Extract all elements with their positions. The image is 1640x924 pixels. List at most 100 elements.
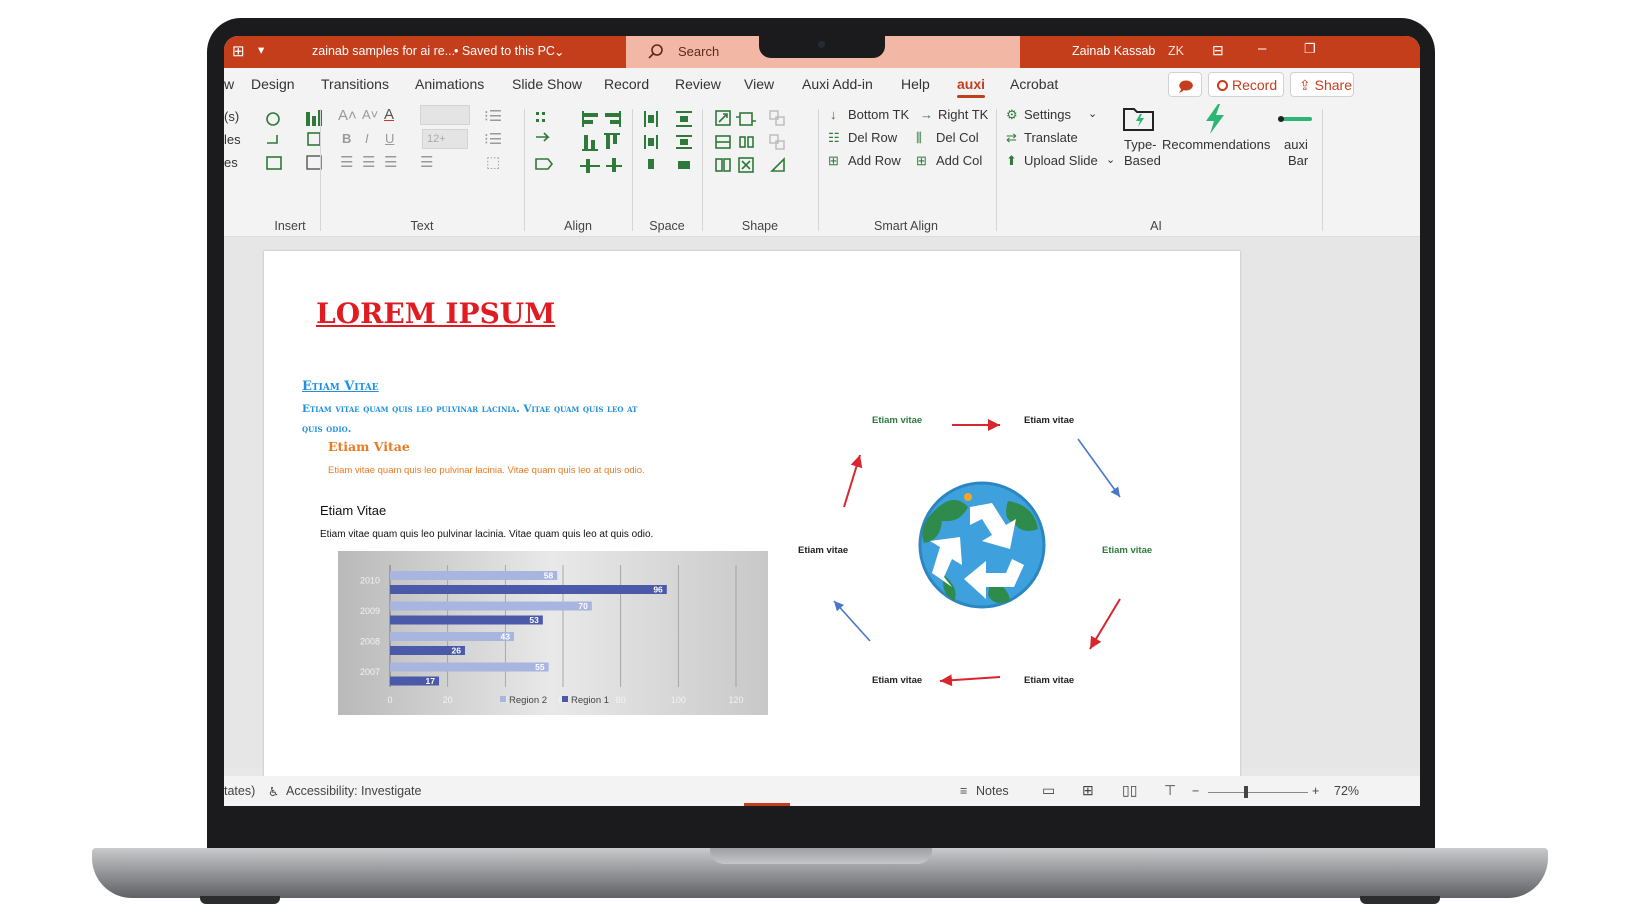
tab-animations[interactable]: Animations [415,76,484,92]
auxi-bar-label-2: Bar [1288,153,1309,168]
tab-review[interactable]: Review [675,76,721,92]
screen: ⊞ ▾ zainab samples for ai re... • Saved … [224,36,1420,806]
powerpoint-app-icon[interactable]: ⊞ [232,42,245,60]
status-clipped[interactable]: tates) [224,784,255,798]
cycle-label-bottom-right[interactable]: Etiam vitae [1024,675,1074,686]
slideshow-icon[interactable]: ⊤ [1164,782,1176,799]
scroll-indicator[interactable] [744,803,790,806]
decrease-font-icon[interactable]: A˅ [362,107,378,122]
tab-help[interactable]: Help [901,76,930,92]
arrow-down-icon: ↓ [830,107,837,122]
tab-record[interactable]: Record [604,76,649,92]
share-button[interactable]: ⇪ Share [1290,72,1354,97]
settings-label: Settings [1024,107,1071,122]
auxi-bar-icon [1278,116,1312,122]
tab-auxi-add-in[interactable]: Auxi Add-in [802,76,873,92]
slide-title[interactable]: LOREM IPSUM [316,297,555,330]
bar-chart[interactable]: 0204060801001202007551720084326200970532… [338,551,768,715]
shape-group-icons[interactable] [714,109,804,179]
cycle-label-top-right[interactable]: Etiam vitae [1024,415,1074,426]
align-right-icon[interactable]: ☰ [384,153,397,171]
cycle-label-right[interactable]: Etiam vitae [1102,545,1152,556]
type-based-button[interactable]: Type- Based [1114,103,1161,173]
zoom-slider-track[interactable] [1208,792,1308,793]
tab-auxi[interactable]: auxi [957,76,986,98]
quick-access-dropdown-icon[interactable]: ▾ [258,42,264,57]
zoom-level[interactable]: 72% [1334,784,1359,798]
slide-sorter-icon[interactable]: ⊞ [1082,782,1094,799]
arrow-bottom-right [1089,598,1121,650]
notes-icon[interactable]: ≡ [960,784,967,798]
zoom-in-icon[interactable]: + [1312,784,1319,798]
heading-1[interactable]: Etiam Vitae [302,379,379,394]
bullets-icon[interactable]: ⁝☰ [484,107,502,125]
font-color-icon[interactable]: A [384,106,394,123]
cycle-label-bottom-left[interactable]: Etiam vitae [872,675,922,686]
comments-button[interactable]: 🗩 [1168,72,1202,97]
text-box-icon[interactable]: ⬚ [486,153,500,171]
chart-data-label: 53 [529,615,539,625]
auxi-bar-button[interactable]: auxi Bar [1272,103,1318,173]
user-name[interactable]: Zainab Kassab [1072,44,1155,58]
italic-icon[interactable]: I [365,131,369,146]
restore-icon[interactable]: ❐ [1304,41,1316,57]
tab-transitions[interactable]: Transitions [321,76,389,92]
heading-3[interactable]: Etiam Vitae [320,503,386,518]
cycle-label-top-left[interactable]: Etiam vitae [872,415,922,426]
ribbon-separator [320,109,321,231]
record-button[interactable]: Record [1208,72,1284,97]
chart-data-label: 55 [535,662,545,672]
user-avatar[interactable]: ZK [1168,44,1184,58]
reading-view-icon[interactable]: ▯▯ [1122,782,1137,799]
tab-view[interactable]: View [744,76,774,92]
accessibility-status[interactable]: Accessibility: Investigate [286,784,421,798]
del-row-label: Del Row [848,130,898,145]
chart-legend-swatch [562,696,568,702]
tab-clipped[interactable]: w [224,76,234,92]
ribbon-separator [996,109,997,231]
align-left-icon[interactable]: ☰ [340,153,353,171]
font-size-select[interactable]: 12+ [422,129,468,149]
save-status[interactable]: • Saved to this PC [454,44,555,58]
justify-icon[interactable]: ☰ [420,153,433,171]
settings-icon: ⚙ [1006,107,1018,122]
body-3[interactable]: Etiam vitae quam quis leo pulvinar lacin… [320,529,653,540]
chevron-down-icon[interactable]: ⌄ [554,44,564,59]
upload-slide-label: Upload Slide [1024,153,1098,168]
cycle-label-left[interactable]: Etiam vitae [798,545,848,556]
zoom-slider-thumb[interactable] [1244,786,1248,798]
group-label-insert: Insert [274,219,306,233]
translate-icon: ⇄ [1006,130,1017,145]
zoom-out-icon[interactable]: − [1192,784,1199,798]
body-1-line-1[interactable]: Etiam vitae quam quis leo pulvinar lacin… [302,403,637,415]
ribbon-display-icon[interactable]: ⊟ [1212,42,1224,59]
record-icon [1217,80,1228,91]
font-family-select[interactable] [420,105,470,125]
arrow-bottom-left [833,600,871,642]
bold-icon[interactable]: B [342,131,351,146]
space-group-icons[interactable] [642,109,702,179]
heading-2[interactable]: Etiam Vitae [328,439,410,454]
minimize-icon[interactable]: – [1258,40,1266,57]
tab-slide-show[interactable]: Slide Show [512,76,582,92]
line-spacing-icon[interactable]: ⁝☰ [484,130,502,148]
accessibility-icon[interactable]: ♿︎ [268,784,279,799]
cycle-diagram[interactable] [784,391,1204,691]
insert-group-icons[interactable] [264,109,334,179]
arrow-top-left [843,454,863,508]
chart-y-tick-label: 2007 [360,667,380,677]
align-center-icon[interactable]: ☰ [362,153,375,171]
body-1-line-2[interactable]: quis odio. [302,423,351,435]
tab-acrobat[interactable]: Acrobat [1010,76,1058,92]
document-title[interactable]: zainab samples for ai re... [312,44,455,58]
body-2[interactable]: Etiam vitae quam quis leo pulvinar lacin… [328,465,645,476]
underline-icon[interactable]: U [385,131,394,146]
increase-font-icon[interactable]: A˄ [338,107,357,124]
recommendations-button[interactable]: Recommendations [1162,103,1272,173]
notes-button[interactable]: Notes [976,784,1009,798]
chart-data-label: 17 [426,676,436,686]
slide[interactable]: LOREM IPSUM Etiam Vitae Etiam vitae quam… [264,251,1240,799]
align-group-icons[interactable] [534,109,634,179]
tab-design[interactable]: Design [251,76,295,92]
normal-view-icon[interactable]: ▭ [1042,782,1055,799]
